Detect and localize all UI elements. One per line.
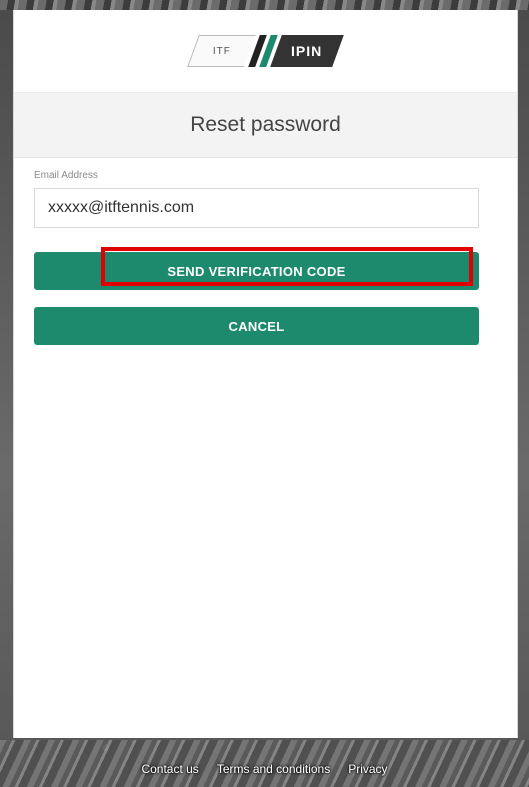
title-bar: Reset password [14, 92, 517, 158]
ipin-logo: ITF IPIN [187, 33, 344, 69]
footer-link-terms[interactable]: Terms and conditions [217, 762, 330, 776]
email-label: Email Address [34, 170, 98, 181]
itf-badge: ITF [187, 35, 256, 67]
footer-link-contact[interactable]: Contact us [141, 762, 198, 776]
footer-links: Contact us Terms and conditions Privacy [0, 756, 529, 782]
logo-bar: ITF IPIN [14, 10, 517, 92]
itf-badge-text: ITF [213, 45, 231, 57]
email-field[interactable] [34, 188, 479, 228]
ipin-badge: IPIN [270, 35, 344, 67]
cancel-button[interactable]: CANCEL [34, 307, 479, 345]
send-verification-code-button[interactable]: SEND VERIFICATION CODE [34, 252, 479, 290]
reset-password-panel: ITF IPIN Reset password [13, 10, 518, 738]
footer-link-privacy[interactable]: Privacy [348, 762, 387, 776]
ipin-brand-text: IPIN [291, 43, 323, 59]
page-title: Reset password [190, 113, 341, 136]
